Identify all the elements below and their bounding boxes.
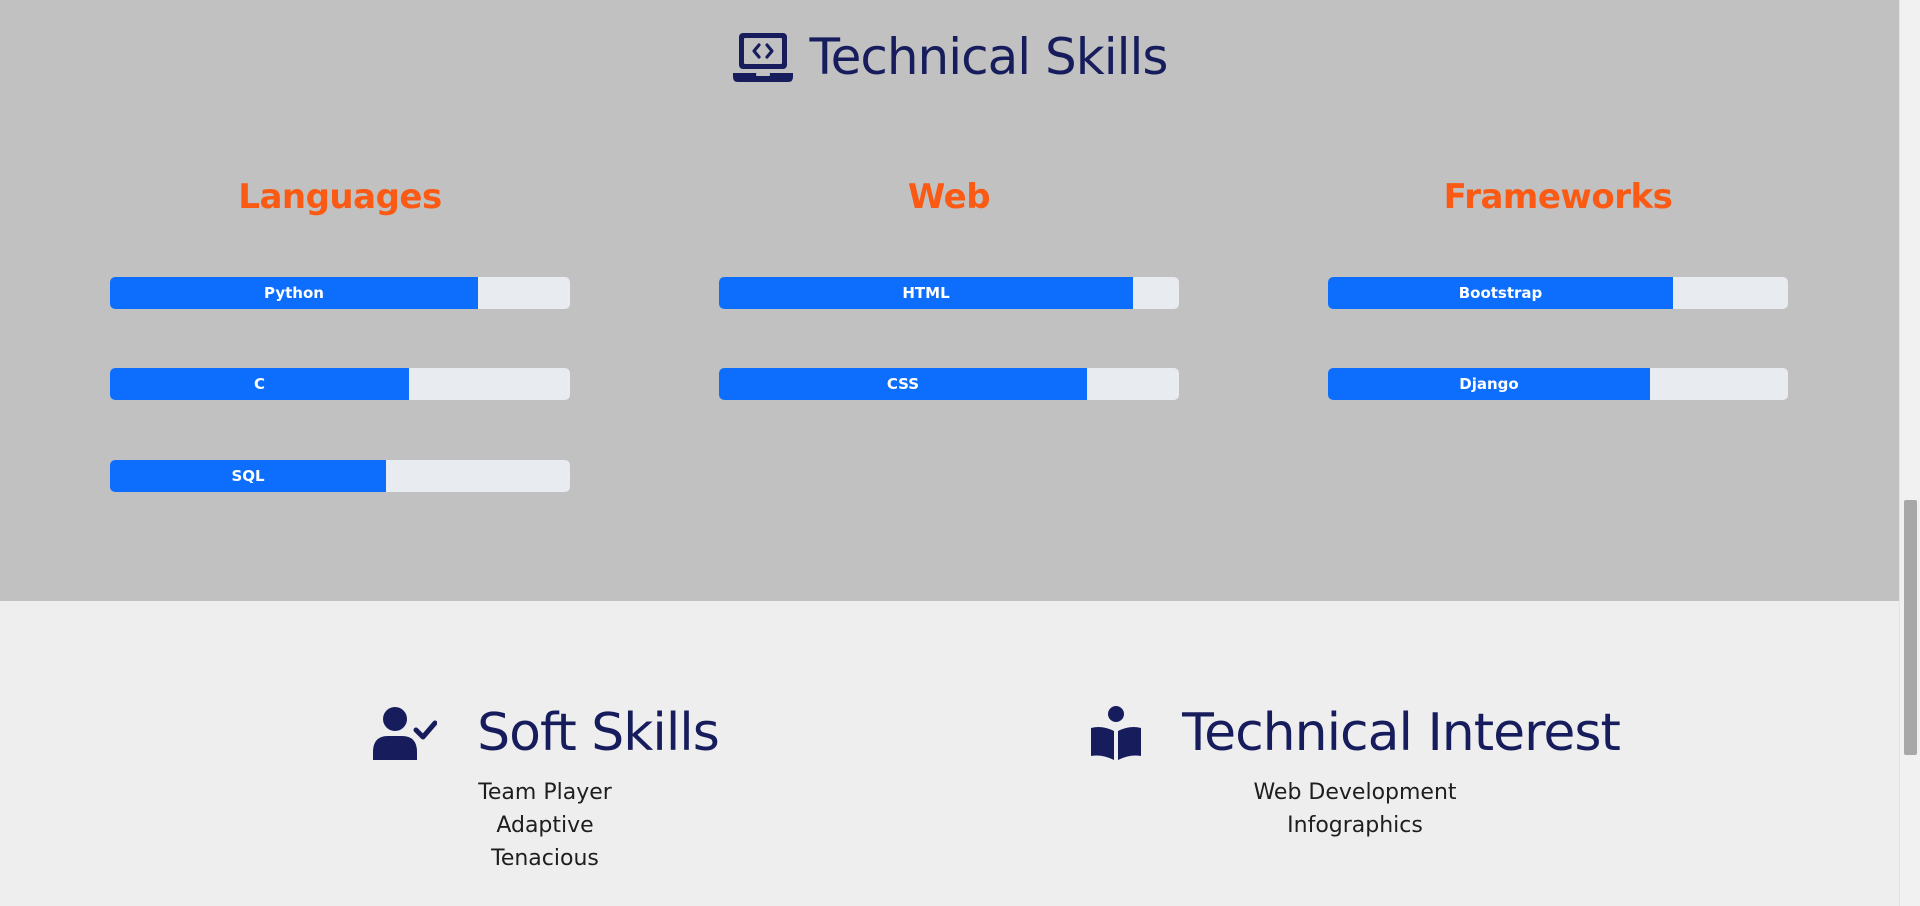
soft-skills-title: Soft Skills <box>477 703 720 763</box>
skill-label: HTML <box>902 284 950 302</box>
technical-skills-header: Technical Skills <box>0 24 1899 90</box>
skill-bar-django: Django <box>1328 368 1788 400</box>
list-item: Infographics <box>1287 813 1423 838</box>
soft-skills-list: Team Player Adaptive Tenacious <box>330 776 760 875</box>
skill-bar-fill: HTML <box>719 277 1133 309</box>
scrollbar-thumb[interactable] <box>1904 500 1917 755</box>
technical-interest-header: Technical Interest <box>1080 690 1630 776</box>
page: Technical Skills Languages Python C SQL … <box>0 0 1899 906</box>
skill-bar-python: Python <box>110 277 570 309</box>
technical-interest-section: Technical Interest Web Development Infog… <box>1080 690 1630 906</box>
skill-label: C <box>253 375 265 393</box>
skill-label: Bootstrap <box>1458 284 1543 302</box>
list-item: Web Development <box>1253 780 1457 805</box>
technical-interest-list: Web Development Infographics <box>1080 776 1630 842</box>
skill-bar-bootstrap: Bootstrap <box>1328 277 1788 309</box>
laptop-code-icon <box>732 33 793 82</box>
technical-skills-section: Technical Skills Languages Python C SQL … <box>0 0 1899 601</box>
skill-label: SQL <box>231 467 265 485</box>
list-item: Adaptive <box>496 813 594 838</box>
skill-bar-fill: CSS <box>719 368 1087 400</box>
book-reader-icon <box>1091 706 1142 760</box>
technical-interest-title: Technical Interest <box>1182 703 1621 763</box>
soft-skills-section: Soft Skills Team Player Adaptive Tenacio… <box>330 690 760 906</box>
skill-bar-c: C <box>110 368 570 400</box>
skill-bar-fill: Python <box>110 277 478 309</box>
category-heading-web: Web <box>907 177 991 217</box>
skill-label: Django <box>1459 375 1519 393</box>
category-heading-frameworks: Frameworks <box>1443 177 1673 217</box>
category-heading-languages: Languages <box>238 177 442 217</box>
vertical-scrollbar[interactable] <box>1899 0 1920 906</box>
skill-label: Python <box>264 284 324 302</box>
user-check-icon <box>373 707 438 760</box>
skill-bar-sql: SQL <box>110 460 570 492</box>
skill-bar-css: CSS <box>719 368 1179 400</box>
soft-skills-header: Soft Skills <box>330 690 760 776</box>
skill-bar-fill: Django <box>1328 368 1650 400</box>
skill-bar-fill: C <box>110 368 409 400</box>
list-item: Tenacious <box>491 846 599 871</box>
skill-bar-fill: Bootstrap <box>1328 277 1673 309</box>
skill-bar-html: HTML <box>719 277 1179 309</box>
list-item: Team Player <box>478 780 612 805</box>
skill-label: CSS <box>886 375 920 393</box>
skill-bar-fill: SQL <box>110 460 386 492</box>
technical-skills-title: Technical Skills <box>809 28 1169 86</box>
